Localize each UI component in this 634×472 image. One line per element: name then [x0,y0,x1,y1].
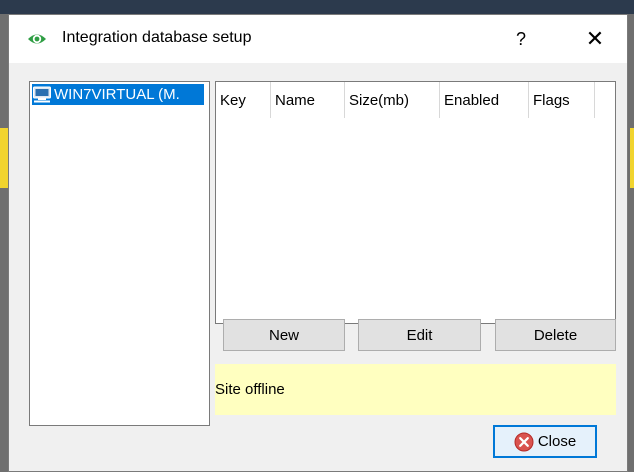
background-window-strip [0,0,634,14]
tree-item-label: WIN7VIRTUAL (M. [54,86,180,103]
table-header: Key Name Size(mb) Enabled Flags [216,82,595,118]
column-header-key[interactable]: Key [216,82,271,118]
new-button[interactable]: New [223,319,345,351]
eye-icon [28,34,46,44]
background-highlight-left [0,128,8,188]
computer-icon [33,86,51,103]
status-message: Site offline [215,364,616,415]
close-window-button[interactable]: ✕ [572,23,618,55]
background-highlight-right [630,128,634,188]
help-button[interactable]: ? [498,23,544,55]
column-header-enabled[interactable]: Enabled [440,82,529,118]
column-header-size[interactable]: Size(mb) [345,82,440,118]
title-bar[interactable]: Integration database setup ? ✕ [9,15,627,63]
column-header-flags[interactable]: Flags [529,82,595,118]
tree-item-win7virtual[interactable]: WIN7VIRTUAL (M. [32,84,204,105]
delete-button[interactable]: Delete [495,319,616,351]
dialog-title: Integration database setup [62,29,252,46]
close-button[interactable]: Close [493,425,597,458]
database-table[interactable]: Key Name Size(mb) Enabled Flags [215,81,616,324]
column-header-name[interactable]: Name [271,82,345,118]
edit-button[interactable]: Edit [358,319,481,351]
close-circle-icon [514,432,534,451]
integration-database-dialog: Integration database setup ? ✕ WIN7VIRTU… [8,14,628,472]
site-tree[interactable]: WIN7VIRTUAL (M. [29,81,210,426]
close-button-label: Close [537,433,577,450]
